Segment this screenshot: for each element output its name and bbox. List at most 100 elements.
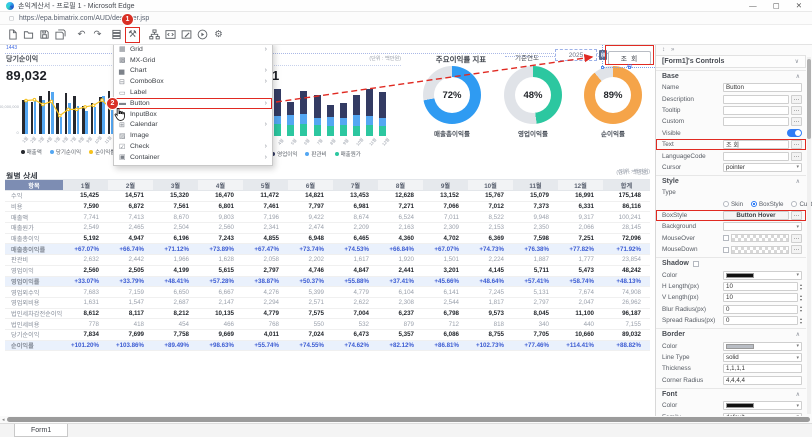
property-row-color: Color▾	[656, 269, 806, 280]
V Length(px)-stepper[interactable]	[723, 293, 798, 302]
settings-icon[interactable]: ⚙	[212, 28, 225, 42]
minimize-icon[interactable]: —	[749, 1, 757, 10]
MouseDown-checkbox[interactable]	[723, 247, 729, 253]
hierarchy-icon[interactable]	[148, 28, 161, 42]
stepper-arrows-icon[interactable]: ▴▾	[800, 317, 802, 325]
Corner Radius-input[interactable]	[723, 376, 802, 385]
menu-item-inputbox[interactable]: ▯InputBox	[114, 109, 272, 120]
page-info-icon[interactable]: ◻	[9, 15, 14, 22]
close-icon[interactable]: ✕	[796, 1, 802, 10]
panel-scrollbar[interactable]	[807, 57, 811, 414]
BoxStyle-button[interactable]: Button Hover	[723, 211, 789, 220]
redo-icon[interactable]: ↷	[91, 28, 104, 42]
more-button[interactable]: …	[791, 117, 802, 126]
Tooltip-input[interactable]	[723, 106, 789, 115]
Name-input[interactable]	[723, 83, 802, 92]
dock-resize-icon[interactable]: ↕	[662, 47, 665, 53]
LanguageCode-input[interactable]	[723, 152, 789, 161]
Description-input[interactable]	[723, 95, 789, 104]
Text-input[interactable]	[723, 140, 789, 149]
dock-collapse-icon[interactable]: »	[671, 47, 674, 53]
menu-item-label[interactable]: ▭Label	[114, 87, 272, 98]
Color-color-select[interactable]: ▾	[723, 271, 802, 280]
horizontal-scrollbar[interactable]: ◂	[0, 416, 812, 423]
Thickness-input[interactable]	[723, 364, 802, 373]
stepper-arrows-icon[interactable]: ▴▾	[800, 305, 802, 313]
new-file-icon[interactable]	[6, 28, 19, 42]
more-button[interactable]: …	[791, 211, 802, 220]
menu-item-chart[interactable]: ▅Chart›	[114, 66, 272, 77]
donut-영업이익률[interactable]: 48%영업이익률	[497, 66, 569, 138]
shadow-enable-checkbox[interactable]	[693, 261, 699, 267]
donut-매출총이익률[interactable]: 72%매출총이익률	[416, 66, 488, 138]
section-header-shadow[interactable]: Shadow	[656, 257, 806, 269]
code-icon[interactable]	[164, 28, 177, 42]
Line Type-select[interactable]: solid▾	[723, 353, 802, 362]
menu-item-image[interactable]: ▨Image	[114, 130, 272, 141]
radio-skin[interactable]: Skin	[723, 201, 743, 208]
legend-item: 판관비	[305, 150, 326, 158]
more-button[interactable]: …	[791, 152, 802, 161]
menu-item-container[interactable]: ▣Container›	[114, 152, 272, 163]
section-header-font[interactable]: Font∧	[656, 388, 806, 400]
Background-select[interactable]: ▾	[723, 222, 802, 231]
menu-item-button[interactable]: ▬Button›	[114, 98, 272, 109]
Visible-toggle[interactable]	[787, 129, 802, 137]
donut-순이익률[interactable]: 89%순이익률	[577, 66, 649, 138]
calendar-picker-icon[interactable]: ▦	[599, 50, 607, 60]
menu-item-grid[interactable]: ▦Grid›	[114, 45, 272, 55]
run-icon[interactable]	[196, 28, 209, 42]
radio-boxstyle[interactable]: BoxStyle	[751, 201, 783, 208]
more-button[interactable]: …	[791, 245, 802, 254]
section-header-base[interactable]: Base∧	[656, 70, 806, 82]
tab-form1[interactable]: Form1	[14, 424, 68, 437]
more-button[interactable]: …	[791, 106, 802, 115]
resize-handle[interactable]	[601, 66, 604, 69]
Cursor-select[interactable]: pointer▾	[723, 163, 802, 172]
menu-item-combobox[interactable]: ⊟ComboBox›	[114, 76, 272, 87]
scrollbar-thumb[interactable]	[807, 59, 811, 139]
H Length(px)-stepper[interactable]	[723, 282, 798, 291]
section-header-border[interactable]: Border∧	[656, 328, 806, 340]
search-button[interactable]: 조 회	[608, 51, 651, 65]
more-button[interactable]: …	[791, 140, 802, 149]
cell-value: 454	[153, 319, 198, 330]
menu-item-calendar[interactable]: ⊞Calendar›	[114, 120, 272, 131]
scroll-left-icon[interactable]: ◂	[2, 417, 5, 423]
net-income-chart-widget[interactable]: 당기순이익 89,032 6,000,000,000 0 1월2월3월4월5월6…	[6, 54, 130, 164]
Family-select[interactable]: default▾	[723, 413, 802, 416]
section-header-style[interactable]: Style∧	[656, 175, 806, 187]
base-year-input[interactable]	[555, 49, 597, 61]
save-icon[interactable]	[38, 28, 51, 42]
component-dropdown-menu[interactable]: ▦Grid›▩MX-Grid▅Chart›⊟ComboBox›▭Label▬Bu…	[113, 45, 273, 166]
column-header: 6월	[288, 180, 333, 191]
stepper-arrows-icon[interactable]: ▴▾	[800, 294, 802, 302]
donut-label: 영업이익률	[497, 128, 569, 138]
scrollbar-thumb[interactable]	[7, 417, 810, 422]
more-button[interactable]: …	[791, 234, 802, 243]
MouseDown-swatch[interactable]	[731, 246, 789, 254]
Spread Radius(px)-stepper[interactable]	[723, 316, 798, 325]
menu-item-mx-grid[interactable]: ▩MX-Grid	[114, 55, 272, 66]
save-all-icon[interactable]	[54, 28, 67, 42]
Blur Radius(px)-stepper[interactable]	[723, 305, 798, 314]
undo-icon[interactable]: ↶	[75, 28, 88, 42]
Custom-input[interactable]	[723, 117, 789, 126]
design-canvas[interactable]: 1443 당기순이익 89,032 6,000,000,000 0 1월2월3월…	[0, 45, 655, 416]
edit-icon[interactable]	[180, 28, 193, 42]
panel-header[interactable]: [Form1]'s Controls ∨	[656, 55, 806, 68]
Color-color-select[interactable]: ▾	[723, 342, 802, 351]
property-label: MouseDown	[662, 246, 720, 253]
more-button[interactable]: …	[791, 95, 802, 104]
monthly-detail-table[interactable]: 항목1월2월3월4월5월6월7월8월9월10월11월12월합계 수익15,425…	[5, 179, 650, 351]
menu-item-check[interactable]: ☑Check›	[114, 141, 272, 152]
datasource-icon[interactable]	[110, 28, 123, 42]
maximize-icon[interactable]: ▢	[773, 1, 780, 10]
stepper-arrows-icon[interactable]: ▴▾	[800, 283, 802, 291]
Color-color-select[interactable]: ▾	[723, 401, 802, 410]
open-folder-icon[interactable]	[22, 28, 35, 42]
MouseOver-checkbox[interactable]	[723, 235, 729, 241]
cell-value: +58.74%	[558, 276, 603, 287]
MouseOver-swatch[interactable]	[731, 234, 789, 242]
toolbox-icon[interactable]: ⚒	[126, 28, 139, 42]
